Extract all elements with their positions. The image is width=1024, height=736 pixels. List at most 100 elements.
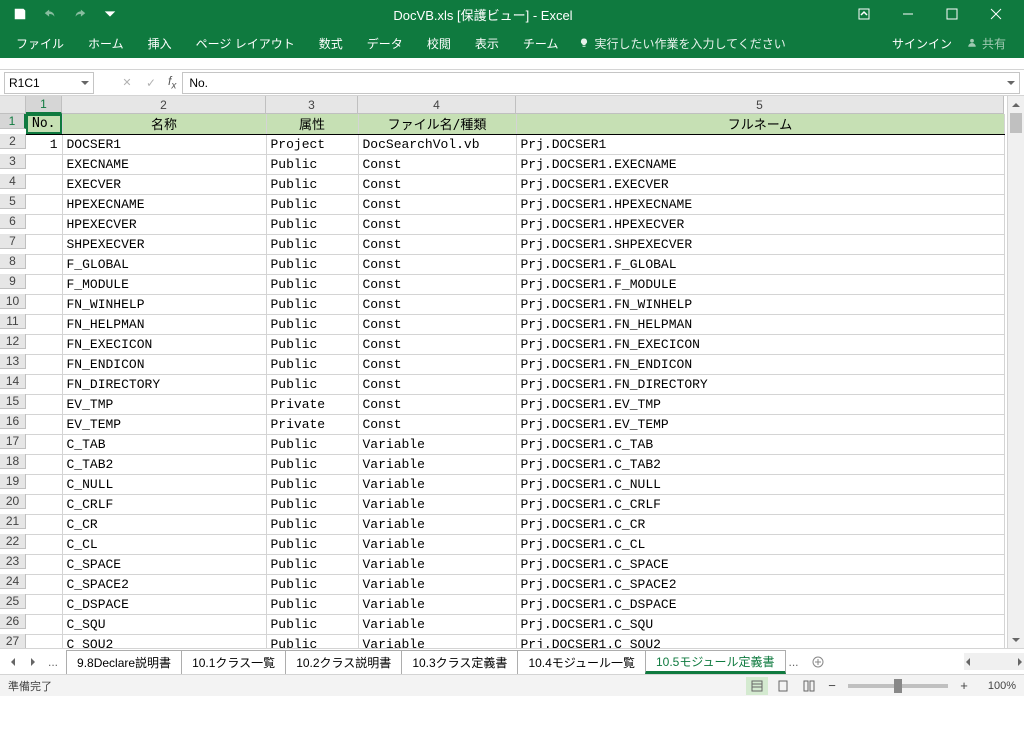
cell[interactable]: Prj.DOCSER1.C_CL (516, 534, 1004, 554)
cell[interactable]: HPEXECNAME (62, 194, 266, 214)
cell[interactable]: ファイル名/種類 (358, 114, 516, 134)
cell[interactable]: Const (358, 194, 516, 214)
cell[interactable]: C_SPACE (62, 554, 266, 574)
cell[interactable]: Prj.DOCSER1.FN_ENDICON (516, 354, 1004, 374)
tab-data[interactable]: データ (355, 28, 415, 58)
cell[interactable]: Private (266, 414, 358, 434)
row-header[interactable]: 12 (0, 334, 26, 349)
cell[interactable] (26, 534, 62, 554)
cell[interactable] (26, 374, 62, 394)
tab-file[interactable]: ファイル (4, 28, 76, 58)
column-header[interactable]: 4 (358, 96, 516, 114)
cell[interactable]: 属性 (266, 114, 358, 134)
cell[interactable]: DocSearchVol.vb (358, 134, 516, 154)
cell[interactable]: Prj.DOCSER1.EV_TEMP (516, 414, 1004, 434)
tab-team[interactable]: チーム (511, 28, 571, 58)
cell[interactable]: Public (266, 574, 358, 594)
cell[interactable]: FN_HELPMAN (62, 314, 266, 334)
row-header[interactable]: 3 (0, 154, 26, 169)
cell[interactable]: Variable (358, 574, 516, 594)
undo-button[interactable] (36, 2, 64, 26)
cell[interactable]: FN_EXECICON (62, 334, 266, 354)
formula-bar[interactable]: No. (182, 72, 1020, 94)
cell[interactable]: Prj.DOCSER1.HPEXECNAME (516, 194, 1004, 214)
redo-button[interactable] (66, 2, 94, 26)
row-header[interactable]: 10 (0, 294, 26, 309)
tab-home[interactable]: ホーム (76, 28, 136, 58)
vertical-scrollbar[interactable] (1007, 96, 1024, 648)
cell[interactable]: Prj.DOCSER1.EV_TMP (516, 394, 1004, 414)
tab-formulas[interactable]: 数式 (307, 28, 355, 58)
cell[interactable]: Public (266, 194, 358, 214)
cell[interactable]: Const (358, 274, 516, 294)
cell[interactable] (26, 494, 62, 514)
cell[interactable] (26, 414, 62, 434)
cell[interactable] (26, 194, 62, 214)
row-header[interactable]: 25 (0, 594, 26, 609)
cell[interactable]: Prj.DOCSER1.EXECNAME (516, 154, 1004, 174)
cell[interactable]: Prj.DOCSER1.FN_EXECICON (516, 334, 1004, 354)
sheet-overflow-right[interactable]: ... (785, 655, 803, 669)
minimize-button[interactable] (886, 0, 930, 28)
cell[interactable]: Prj.DOCSER1.C_SPACE (516, 554, 1004, 574)
cell[interactable]: C_DSPACE (62, 594, 266, 614)
cell[interactable]: C_CR (62, 514, 266, 534)
save-button[interactable] (6, 2, 34, 26)
cell[interactable]: Prj.DOCSER1.FN_DIRECTORY (516, 374, 1004, 394)
cell[interactable]: Private (266, 394, 358, 414)
sheet-nav-prev[interactable] (4, 651, 22, 673)
cell[interactable]: Public (266, 174, 358, 194)
zoom-in[interactable]: + (956, 678, 972, 693)
cell[interactable]: Const (358, 314, 516, 334)
cell[interactable]: C_CRLF (62, 494, 266, 514)
row-header[interactable]: 9 (0, 274, 26, 289)
cell[interactable]: Public (266, 534, 358, 554)
cell[interactable]: Const (358, 334, 516, 354)
cell[interactable] (26, 614, 62, 634)
tab-pagelayout[interactable]: ページ レイアウト (184, 28, 307, 58)
row-header[interactable]: 19 (0, 474, 26, 489)
horizontal-scrollbar[interactable] (964, 653, 1024, 670)
cell[interactable] (26, 454, 62, 474)
cell[interactable]: 名称 (62, 114, 266, 134)
cell[interactable]: Public (266, 234, 358, 254)
cell[interactable]: Public (266, 434, 358, 454)
row-header[interactable]: 7 (0, 234, 26, 249)
cell[interactable]: EV_TEMP (62, 414, 266, 434)
row-header[interactable]: 4 (0, 174, 26, 189)
cell[interactable]: Public (266, 514, 358, 534)
row-header[interactable]: 21 (0, 514, 26, 529)
cell[interactable]: No. (26, 114, 62, 134)
formula-expand[interactable] (1007, 76, 1015, 90)
sheet-overflow-left[interactable]: ... (44, 655, 62, 669)
signin-link[interactable]: サインイン (892, 35, 952, 52)
cell[interactable]: EXECVER (62, 174, 266, 194)
cell[interactable] (26, 294, 62, 314)
row-header[interactable]: 2 (0, 134, 26, 149)
ribbon-options-button[interactable] (842, 0, 886, 28)
close-button[interactable] (974, 0, 1018, 28)
cell[interactable]: Variable (358, 434, 516, 454)
cell[interactable]: Public (266, 374, 358, 394)
scroll-down[interactable] (1008, 631, 1024, 648)
sheet-tab[interactable]: 10.3クラス定義書 (401, 650, 518, 674)
row-header[interactable]: 6 (0, 214, 26, 229)
column-header[interactable]: 5 (516, 96, 1004, 114)
zoom-slider[interactable] (848, 684, 948, 688)
cell[interactable]: F_GLOBAL (62, 254, 266, 274)
formula-accept[interactable] (140, 72, 162, 94)
cell[interactable] (26, 394, 62, 414)
cell[interactable]: Public (266, 454, 358, 474)
row-header[interactable]: 11 (0, 314, 26, 329)
cell[interactable]: Prj.DOCSER1.FN_WINHELP (516, 294, 1004, 314)
cell[interactable]: Const (358, 374, 516, 394)
cell[interactable]: C_CL (62, 534, 266, 554)
row-header[interactable]: 26 (0, 614, 26, 629)
sheet-tab[interactable]: 10.1クラス一覧 (181, 650, 286, 674)
column-header[interactable]: 1 (26, 96, 62, 114)
scroll-thumb[interactable] (1010, 113, 1022, 133)
zoom-level[interactable]: 100% (976, 680, 1016, 692)
view-normal[interactable] (746, 677, 768, 695)
cell[interactable] (26, 314, 62, 334)
tell-me-input[interactable]: 実行したい作業を入力してください (578, 35, 785, 52)
